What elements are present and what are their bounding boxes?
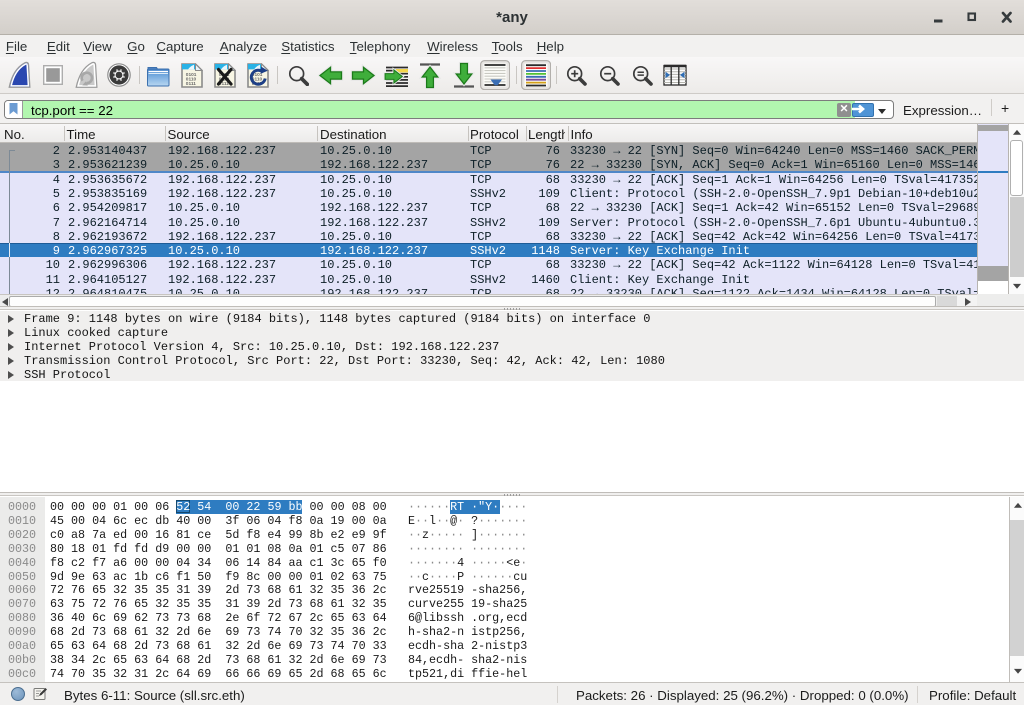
svg-text:0111: 0111 — [186, 81, 196, 87]
